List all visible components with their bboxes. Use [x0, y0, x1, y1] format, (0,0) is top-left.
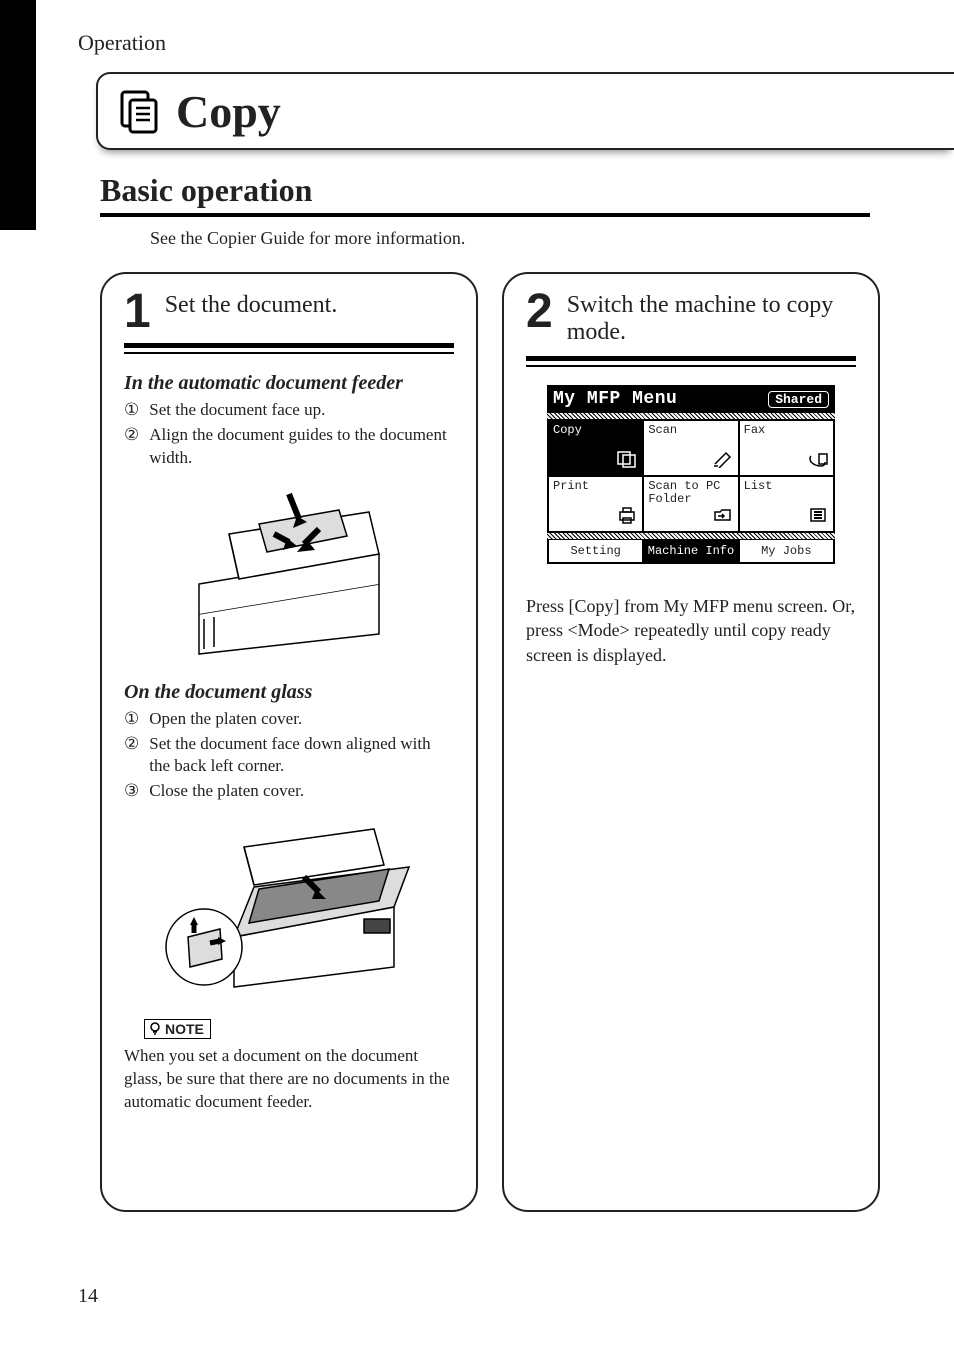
folder-icon — [712, 506, 734, 528]
step-1-title: Set the document. — [165, 292, 338, 319]
list-text: Align the document guides to the documen… — [149, 424, 454, 470]
chapter-title: Copy — [176, 85, 281, 138]
running-header: Operation — [78, 30, 166, 56]
lcd-machine-info-button[interactable]: Machine Info — [643, 539, 738, 563]
copy-icon — [616, 450, 638, 472]
step-2-number: 2 — [526, 292, 553, 333]
lcd-shared-badge: Shared — [768, 391, 829, 408]
lcd-setting-button[interactable]: Setting — [548, 539, 643, 563]
print-icon — [616, 506, 638, 528]
note-label-text: NOTE — [165, 1021, 204, 1037]
step-2-description: Press [Copy] from My MFP menu screen. Or… — [526, 594, 856, 667]
divider — [526, 365, 856, 367]
adf-illustration — [169, 484, 409, 659]
divider — [124, 352, 454, 354]
lcd-scan-to-pc-button[interactable]: Scan to PC Folder — [643, 476, 738, 532]
list-text: Set the document face down aligned with … — [149, 733, 454, 779]
fax-icon — [807, 450, 829, 472]
list-marker: ③ — [124, 780, 139, 803]
lcd-menu-title: My MFP Menu — [553, 389, 677, 409]
lightbulb-icon — [149, 1022, 161, 1036]
list-text: Set the document face up. — [149, 399, 325, 422]
copy-icon — [116, 88, 162, 134]
note-label: NOTE — [144, 1019, 211, 1039]
note-text: When you set a document on the document … — [124, 1045, 454, 1114]
lcd-fax-button[interactable]: Fax — [739, 420, 834, 476]
page-number: 14 — [78, 1285, 98, 1308]
lcd-cell-label: Scan — [648, 424, 733, 437]
adf-heading: In the automatic document feeder — [124, 372, 454, 395]
list-item: ① Open the platen cover. — [124, 708, 454, 731]
glass-illustration — [164, 817, 414, 997]
list-item: ②Align the document guides to the docume… — [124, 424, 454, 470]
list-item: ②Set the document face down aligned with… — [124, 733, 454, 779]
lcd-titlebar: My MFP Menu Shared — [547, 385, 835, 413]
side-tab — [0, 0, 36, 230]
list-text: Close the platen cover. — [149, 780, 304, 803]
intro-text: See the Copier Guide for more informatio… — [150, 228, 465, 249]
divider — [100, 213, 870, 217]
lcd-cell-label: List — [744, 480, 829, 493]
step-1-card: 1 Set the document. In the automatic doc… — [100, 272, 478, 1212]
list-item: ③ Close the platen cover. — [124, 780, 454, 803]
lcd-cell-label: Fax — [744, 424, 829, 437]
list-item: ① Set the document face up. — [124, 399, 454, 422]
section-heading-text: Basic operation — [100, 172, 870, 209]
lcd-print-button[interactable]: Print — [548, 476, 643, 532]
divider — [124, 343, 454, 348]
lcd-my-jobs-button[interactable]: My Jobs — [739, 539, 834, 563]
lcd-list-button[interactable]: List — [739, 476, 834, 532]
lcd-cell-label: Print — [553, 480, 638, 493]
lcd-screenshot: My MFP Menu Shared Copy Scan — [547, 385, 835, 564]
step-1-number: 1 — [124, 292, 151, 333]
step-2-card: 2 Switch the machine to copy mode. My MF… — [502, 272, 880, 1212]
scan-icon — [712, 450, 734, 472]
list-marker: ① — [124, 399, 139, 422]
list-icon — [807, 506, 829, 528]
divider — [526, 356, 856, 361]
list-text: Open the platen cover. — [149, 708, 302, 731]
list-marker: ② — [124, 424, 139, 470]
glass-heading: On the document glass — [124, 681, 454, 704]
lcd-copy-button[interactable]: Copy — [548, 420, 643, 476]
adf-list: ① Set the document face up. ②Align the do… — [124, 399, 454, 470]
glass-list: ① Open the platen cover. ②Set the documen… — [124, 708, 454, 804]
chapter-title-box: Copy — [96, 72, 954, 150]
lcd-scan-button[interactable]: Scan — [643, 420, 738, 476]
section-heading: Basic operation — [100, 172, 870, 217]
list-marker: ② — [124, 733, 139, 779]
lcd-cell-label: Scan to PC Folder — [648, 480, 733, 505]
step-2-title: Switch the machine to copy mode. — [567, 292, 856, 346]
lcd-cell-label: Copy — [553, 424, 638, 437]
list-marker: ① — [124, 708, 139, 731]
